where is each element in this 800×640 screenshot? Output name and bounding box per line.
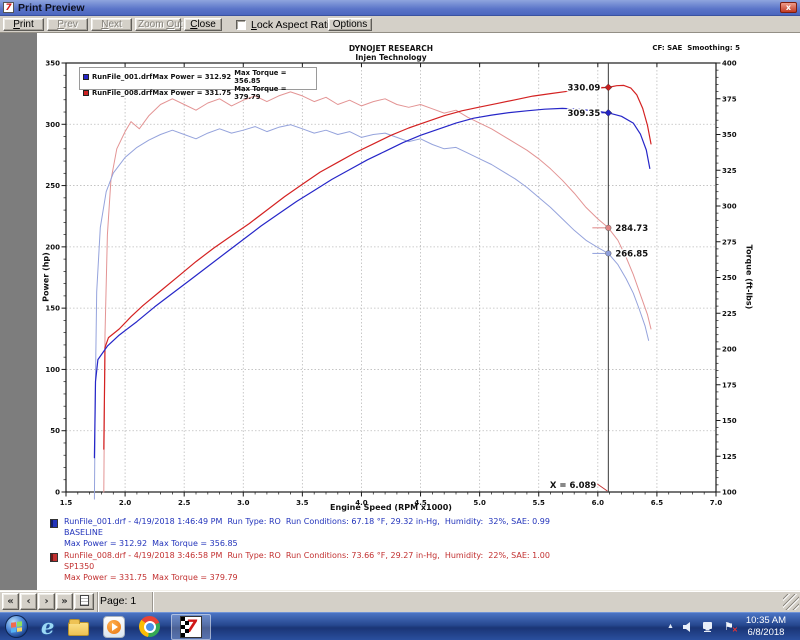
first-page-button[interactable]: « <box>2 593 19 610</box>
winpep-7-icon: 7 <box>180 616 202 638</box>
zoom-out-button[interactable]: Zoom Out <box>135 18 181 31</box>
next-button[interactable]: Next <box>91 18 132 31</box>
window-title: Print Preview <box>18 2 85 14</box>
legend-row: RunFile_001.drf Max Power = 312.92 Max T… <box>83 69 313 85</box>
system-tray: ▲ ⚑✕ 10:35 AM 6/8/2018 <box>667 615 800 639</box>
right-axis-title: Torque (ft-lbs) <box>745 245 754 310</box>
legend-max-torque: Max Torque = 356.85 <box>234 69 313 85</box>
chart-legend: RunFile_001.drf Max Power = 312.92 Max T… <box>79 67 317 90</box>
legend-max-power: Max Power = 312.92 <box>152 73 234 81</box>
last-page-button[interactable]: » <box>56 593 73 610</box>
close-preview-button[interactable]: Close <box>184 18 222 31</box>
action-center-flag-icon[interactable]: ⚑✕ <box>724 620 734 633</box>
run1-info-line3: Max Power = 312.92 Max Torque = 356.85 <box>64 539 238 548</box>
preview-background <box>0 33 37 590</box>
taskbar-explorer-button[interactable] <box>68 614 89 640</box>
internet-explorer-icon: e <box>41 614 54 639</box>
next-page-icon: › <box>44 596 48 607</box>
legend-swatch-blue-icon <box>83 74 89 80</box>
run2-info-line3: Max Power = 331.75 Max Torque = 379.79 <box>64 573 238 582</box>
x-axis-title: Engine Speed (RPM x1000) <box>66 503 716 512</box>
legend-file: RunFile_008.drf <box>92 89 152 97</box>
show-hidden-icons-button[interactable]: ▲ <box>667 623 674 630</box>
chart-subtitle: Injen Technology <box>66 53 716 62</box>
taskbar-ie-button[interactable]: e <box>41 614 54 640</box>
start-button[interactable] <box>5 615 28 638</box>
legend-file: RunFile_001.drf <box>92 73 152 81</box>
folder-icon <box>68 622 89 636</box>
print-button[interactable]: Print <box>3 18 44 31</box>
taskbar-chrome-button[interactable] <box>139 614 160 640</box>
run1-swatch-icon <box>50 519 58 528</box>
smoothing-note: CF: SAE Smoothing: 5 <box>540 44 740 52</box>
page-icon <box>80 595 89 606</box>
run1-info-line1: RunFile_001.drf - 4/19/2018 1:46:49 PM R… <box>64 517 550 526</box>
taskbar-clock[interactable]: 10:35 AM 6/8/2018 <box>742 615 794 639</box>
legend-max-torque: Max Torque = 379.79 <box>234 85 313 101</box>
lock-aspect-ratio-label: Lock Aspect Ratio <box>251 19 335 31</box>
title-bar: 7 Print Preview <box>0 0 800 16</box>
next-page-button[interactable]: › <box>38 593 55 610</box>
clock-time: 10:35 AM <box>746 615 786 627</box>
clock-date: 6/8/2018 <box>746 627 786 639</box>
media-player-icon <box>103 616 125 638</box>
run2-swatch-icon <box>50 553 58 562</box>
page-setup-button[interactable] <box>74 593 94 610</box>
close-button[interactable]: x <box>780 2 797 13</box>
legend-max-power: Max Power = 331.75 <box>152 89 234 97</box>
toolbar: Print Prev Next Zoom Out Close Lock Aspe… <box>0 16 800 33</box>
left-axis-title: Power (hp) <box>42 252 51 302</box>
chrome-icon <box>139 616 160 637</box>
run2-info-line1: RunFile_008.drf - 4/19/2018 3:46:58 PM R… <box>64 551 550 560</box>
windows-logo-icon <box>11 621 22 633</box>
prev-button[interactable]: Prev <box>47 18 88 31</box>
legend-row: RunFile_008.drf Max Power = 331.75 Max T… <box>83 85 313 101</box>
first-page-icon: « <box>7 596 13 607</box>
lock-aspect-ratio-checkbox[interactable] <box>236 20 246 30</box>
prev-page-button[interactable]: ‹ <box>20 593 37 610</box>
resize-grip[interactable] <box>783 594 799 610</box>
network-icon[interactable] <box>702 621 716 633</box>
page-navigation-bar: « ‹ › » Page: 1 <box>0 590 800 612</box>
prev-page-icon: ‹ <box>26 596 30 607</box>
options-button[interactable]: Options <box>328 18 372 31</box>
run1-info-line2: BASELINE <box>64 528 103 537</box>
close-icon: x <box>786 3 791 12</box>
taskbar-winpep-button-active[interactable]: 7 <box>171 614 211 640</box>
legend-swatch-red-icon <box>83 90 89 96</box>
taskbar-media-player-button[interactable] <box>103 614 125 640</box>
divider <box>152 592 153 612</box>
windows-taskbar: e 7 ▲ ⚑✕ 10:35 AM 6/8/2018 <box>0 612 800 640</box>
last-page-icon: » <box>61 596 67 607</box>
winpep-logo-icon: 7 <box>3 2 14 13</box>
page-number-label: Page: 1 <box>100 595 136 607</box>
run2-info-line2: SP1350 <box>64 562 94 571</box>
volume-icon[interactable] <box>682 621 694 633</box>
divider <box>97 592 98 612</box>
